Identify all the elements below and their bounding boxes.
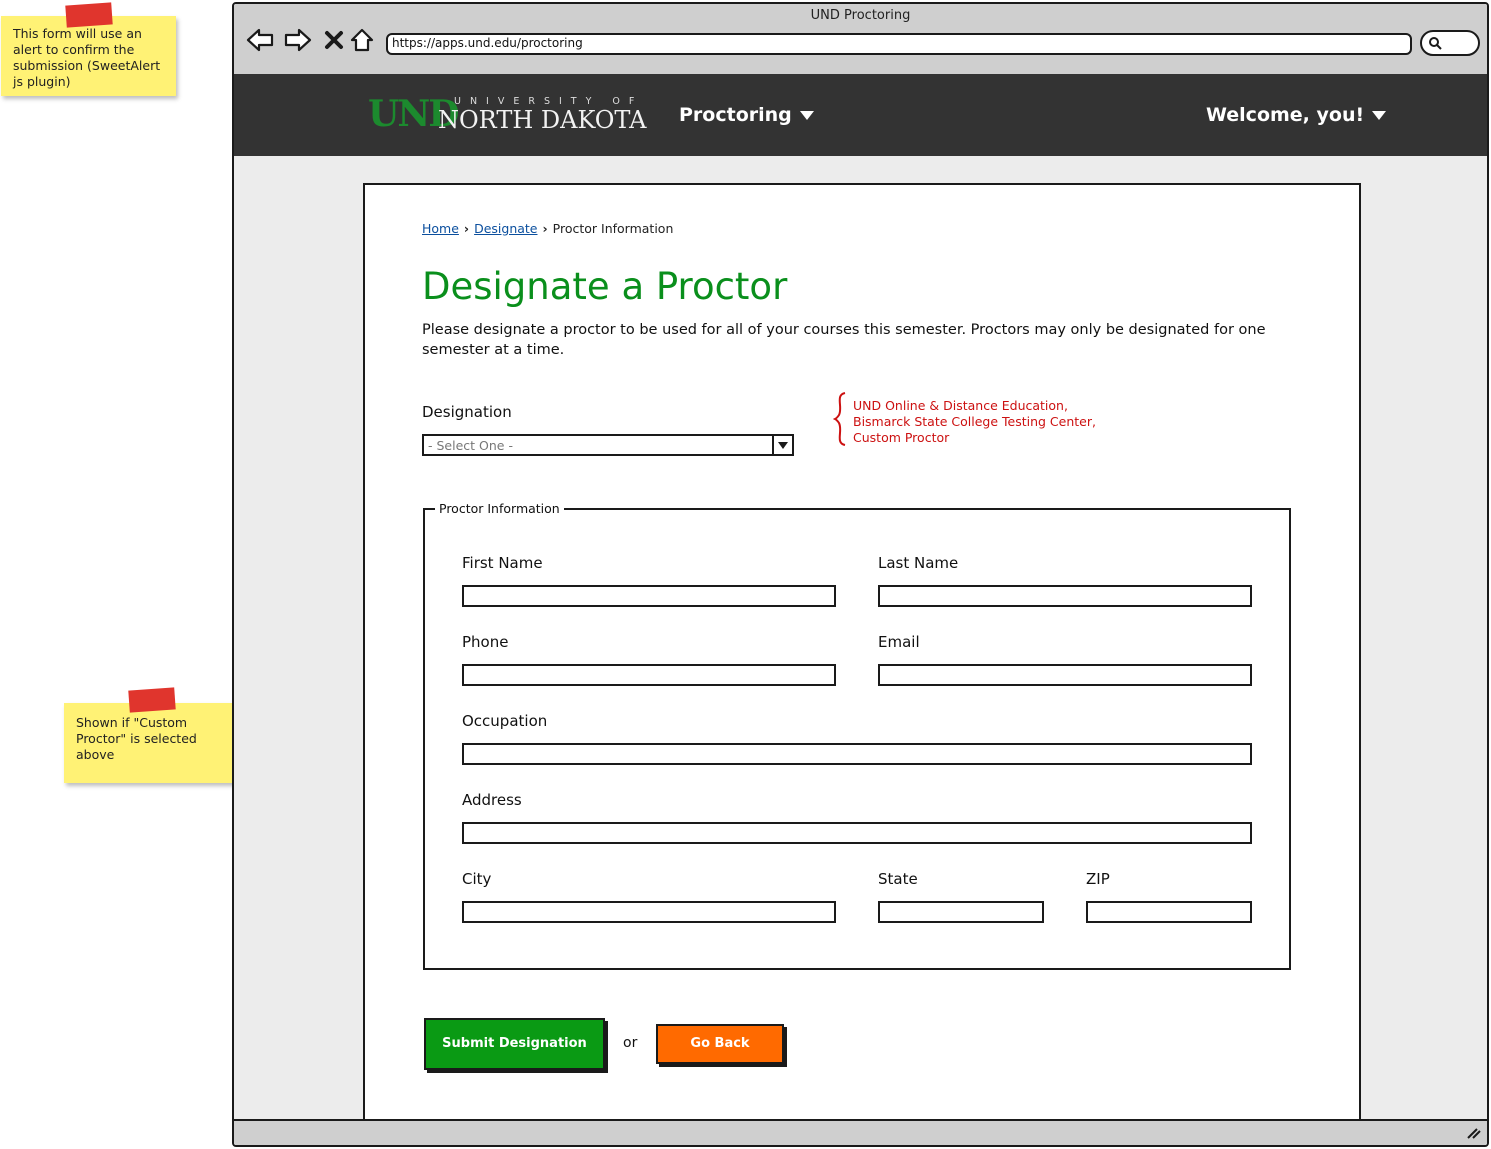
chevron-down-icon [1372, 111, 1387, 120]
breadcrumb-current: Proctor Information [552, 221, 674, 236]
window-title: UND Proctoring [810, 8, 911, 23]
city-label: City [462, 870, 492, 888]
sticky-note-alert: This form will use an alert to confirm t… [1, 16, 176, 96]
page-title: Designate a Proctor [422, 265, 788, 308]
last-name-label: Last Name [878, 554, 959, 572]
breadcrumb: Home › Designate › Proctor Information [422, 221, 673, 236]
chevron-right-icon: › [542, 221, 548, 236]
sticky-tape [65, 2, 113, 28]
annotation-brace [833, 392, 846, 446]
occupation-field[interactable] [462, 743, 1252, 765]
browser-search[interactable] [1420, 30, 1480, 56]
designation-option: UND Online & Distance Education, [853, 398, 1068, 413]
search-icon [1429, 37, 1442, 50]
address-field[interactable] [462, 822, 1252, 844]
designation-select[interactable]: - Select One - [422, 434, 794, 456]
first-name-field[interactable] [462, 585, 836, 607]
occupation-label: Occupation [462, 712, 548, 730]
go-back-button[interactable]: Go Back [656, 1024, 784, 1064]
browser-statusbar [234, 1119, 1487, 1145]
browser-titlebar: UND Proctoring https://apps.und.edu/proc… [234, 4, 1487, 76]
or-separator: or [623, 1035, 638, 1051]
breadcrumb-home-link[interactable]: Home [422, 221, 459, 236]
logo-north-dakota: NORTH DAKOTA [438, 106, 647, 134]
sticky-note-alert-text: This form will use an alert to confirm t… [13, 26, 161, 89]
state-field[interactable] [878, 901, 1044, 923]
chevron-right-icon: › [463, 221, 470, 236]
chevron-down-icon [778, 441, 788, 449]
und-logo[interactable]: UND UNIVERSITY OF NORTH DAKOTA [368, 94, 648, 134]
address-bar[interactable]: https://apps.und.edu/proctoring [386, 33, 1412, 55]
designation-options-annotation: UND Online & Distance Education, Bismarc… [853, 398, 1096, 446]
user-menu[interactable]: Welcome, you! [1206, 104, 1387, 126]
home-icon[interactable] [348, 26, 376, 54]
nav-proctoring-menu[interactable]: Proctoring [679, 104, 814, 126]
first-name-label: First Name [462, 554, 543, 572]
designation-option: Bismarck State College Testing Center, [853, 414, 1096, 429]
state-label: State [878, 870, 918, 888]
email-label: Email [878, 633, 920, 651]
email-field[interactable] [878, 664, 1252, 686]
last-name-field[interactable] [878, 585, 1252, 607]
designation-label: Designation [422, 403, 512, 421]
phone-field[interactable] [462, 664, 836, 686]
phone-label: Phone [462, 633, 509, 651]
designation-option: Custom Proctor [853, 430, 950, 445]
page-intro: Please designate a proctor to be used fo… [422, 322, 1266, 358]
zip-label: ZIP [1086, 870, 1110, 888]
sticky-note-custom-text: Shown if "Custom Proctor" is selected ab… [76, 715, 197, 762]
browser-window: UND Proctoring https://apps.und.edu/proc… [232, 2, 1489, 1147]
forward-arrow-icon[interactable] [284, 26, 312, 54]
fieldset-legend: Proctor Information [435, 501, 564, 516]
back-arrow-icon[interactable] [246, 26, 274, 54]
address-label: Address [462, 791, 522, 809]
city-field[interactable] [462, 901, 836, 923]
dropdown-button[interactable] [772, 436, 792, 454]
proctor-information-fieldset: Proctor Information First Name Last Name… [423, 501, 1291, 970]
site-header: UND UNIVERSITY OF NORTH DAKOTA Proctorin… [234, 74, 1487, 156]
submit-designation-button[interactable]: Submit Designation [424, 1018, 605, 1070]
resize-grip-icon[interactable] [1465, 1125, 1481, 1139]
breadcrumb-designate-link[interactable]: Designate [474, 221, 537, 236]
sticky-tape [128, 687, 176, 713]
nav-proctoring-label: Proctoring [679, 104, 792, 126]
sticky-note-custom-proctor: Shown if "Custom Proctor" is selected ab… [64, 703, 239, 783]
user-menu-label: Welcome, you! [1206, 104, 1365, 126]
chevron-down-icon [799, 111, 814, 120]
stop-icon[interactable] [320, 26, 348, 54]
designation-selected-value: - Select One - [428, 438, 513, 453]
content-panel: Home › Designate › Proctor Information Desig… [363, 183, 1361, 1123]
zip-field[interactable] [1086, 901, 1252, 923]
